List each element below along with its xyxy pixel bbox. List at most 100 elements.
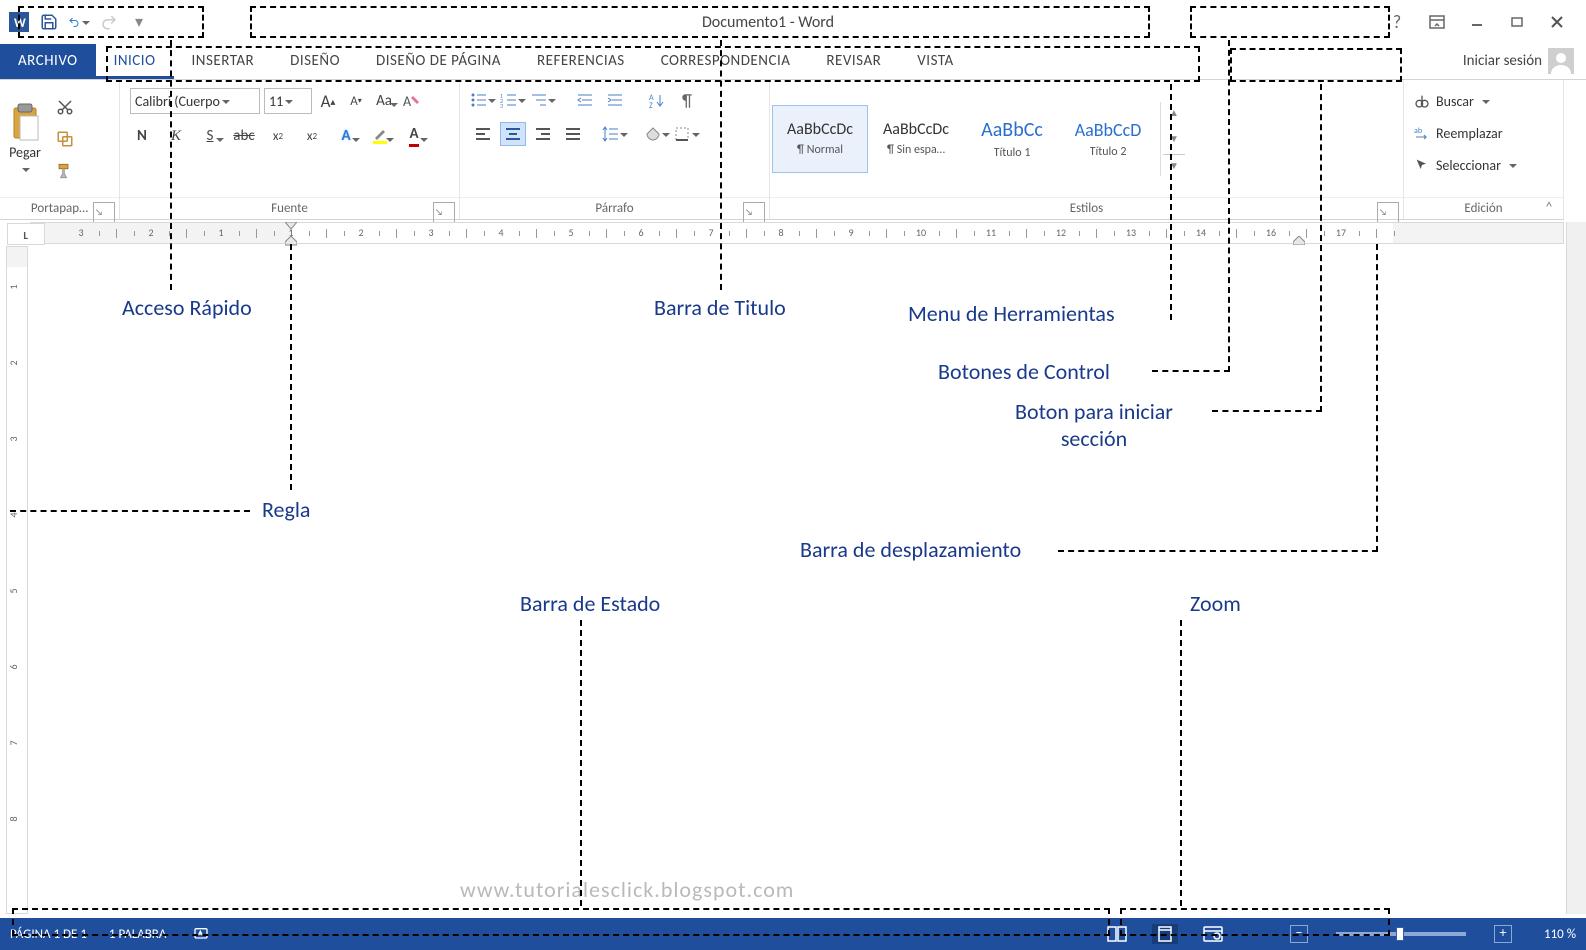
tab-diseno-pagina[interactable]: DISEÑO DE PÁGINA bbox=[358, 44, 519, 79]
paste-button[interactable]: Pegar bbox=[8, 102, 42, 176]
style-3[interactable]: AaBbCcDTítulo 2 bbox=[1060, 105, 1156, 173]
word-logo-icon: W bbox=[8, 11, 30, 33]
tab-archivo[interactable]: ARCHIVO bbox=[0, 44, 96, 79]
show-marks-button[interactable]: ¶ bbox=[674, 88, 700, 112]
styles-expand[interactable]: ▼ bbox=[1163, 154, 1185, 176]
sign-in-label: Iniciar sesión bbox=[1463, 52, 1542, 70]
qat-customize-button[interactable]: ▾ bbox=[128, 11, 150, 33]
vertical-scrollbar[interactable] bbox=[1566, 222, 1586, 914]
svg-text:ab: ab bbox=[1414, 126, 1422, 136]
italic-button[interactable]: K bbox=[164, 124, 188, 148]
avatar-icon bbox=[1548, 48, 1574, 74]
clear-formatting-button[interactable]: A bbox=[400, 89, 424, 113]
format-painter-button[interactable] bbox=[54, 160, 76, 182]
tab-vista[interactable]: VISTA bbox=[899, 44, 971, 79]
copy-button[interactable] bbox=[54, 128, 76, 150]
group-paragraph: 123 AZ ¶ Párrafo bbox=[460, 80, 770, 219]
help-icon[interactable]: ? bbox=[1386, 11, 1408, 33]
change-case-button[interactable]: Aa bbox=[372, 89, 396, 113]
style-0[interactable]: AaBbCcDc¶ Normal bbox=[772, 105, 868, 173]
undo-button[interactable] bbox=[68, 11, 90, 33]
group-font: Calibri (Cuerpo 11 A▴ A▾ Aa A N K S abc … bbox=[120, 80, 460, 219]
minimize-button[interactable] bbox=[1466, 11, 1488, 33]
decrease-indent-button[interactable] bbox=[572, 88, 598, 112]
tab-referencias[interactable]: REFERENCIAS bbox=[519, 44, 643, 79]
zoom-in-button[interactable]: + bbox=[1494, 925, 1512, 943]
print-layout-button[interactable] bbox=[1152, 924, 1178, 944]
redo-button[interactable] bbox=[98, 11, 120, 33]
zoom-slider[interactable] bbox=[1336, 932, 1466, 936]
increase-font-button[interactable]: A▴ bbox=[316, 89, 340, 113]
shading-button[interactable] bbox=[644, 122, 670, 146]
font-dialog-launcher[interactable] bbox=[433, 202, 455, 224]
highlight-color-button[interactable] bbox=[368, 124, 392, 148]
ribbon-display-options-icon[interactable] bbox=[1426, 11, 1448, 33]
tab-correspondencia[interactable]: CORRESPONDENCIA bbox=[643, 44, 809, 79]
align-center-button[interactable] bbox=[500, 122, 526, 146]
ribbon: Pegar Portapap… Calibri (Cuerpo 11 A▴ A▾… bbox=[0, 80, 1564, 220]
underline-button[interactable]: S bbox=[198, 124, 222, 148]
tab-inicio[interactable]: INICIO bbox=[96, 44, 174, 79]
find-label: Buscar bbox=[1436, 93, 1474, 110]
superscript-button[interactable]: x2 bbox=[300, 124, 324, 148]
page-indicator[interactable]: PÁGINA 1 DE 1 bbox=[10, 927, 87, 942]
svg-text:A: A bbox=[403, 93, 412, 110]
word-count[interactable]: 1 PALABRA bbox=[109, 927, 166, 942]
cut-button[interactable] bbox=[54, 96, 76, 118]
vertical-ruler[interactable]: 12345678 bbox=[6, 246, 28, 914]
close-button[interactable] bbox=[1546, 11, 1568, 33]
collapse-ribbon-button[interactable]: ˄ bbox=[1538, 197, 1560, 219]
save-icon[interactable] bbox=[38, 11, 60, 33]
style-1[interactable]: AaBbCcDc¶ Sin espa… bbox=[868, 105, 964, 173]
numbering-button[interactable]: 123 bbox=[500, 88, 526, 112]
font-color-button[interactable]: A bbox=[402, 124, 426, 148]
text-effects-button[interactable]: A bbox=[334, 124, 358, 148]
replace-label: Reemplazar bbox=[1436, 125, 1503, 142]
tab-revisar[interactable]: REVISAR bbox=[808, 44, 899, 79]
proofing-icon[interactable] bbox=[188, 924, 214, 944]
decrease-font-button[interactable]: A▾ bbox=[344, 89, 368, 113]
zoom-out-button[interactable]: − bbox=[1290, 925, 1308, 943]
clipboard-dialog-launcher[interactable] bbox=[93, 202, 115, 224]
align-right-button[interactable] bbox=[530, 122, 556, 146]
tab-insertar[interactable]: INSERTAR bbox=[174, 44, 273, 79]
web-layout-button[interactable] bbox=[1200, 924, 1226, 944]
strikethrough-button[interactable]: abc bbox=[232, 124, 256, 148]
increase-indent-button[interactable] bbox=[602, 88, 628, 112]
font-size-combo[interactable]: 11 bbox=[264, 88, 312, 114]
bullets-button[interactable] bbox=[470, 88, 496, 112]
font-family-combo[interactable]: Calibri (Cuerpo bbox=[130, 88, 260, 114]
horizontal-ruler[interactable]: L 32112345678910111213141617 bbox=[30, 222, 1564, 244]
ribbon-tabs: ARCHIVO INICIO INSERTAR DISEÑO DISEÑO DE… bbox=[0, 44, 1586, 80]
select-button[interactable]: Seleccionar bbox=[1414, 152, 1517, 178]
paragraph-dialog-launcher[interactable] bbox=[743, 202, 765, 224]
styles-scroll-down[interactable]: ▼ bbox=[1163, 128, 1185, 150]
styles-dialog-launcher[interactable] bbox=[1377, 202, 1399, 224]
subscript-button[interactable]: x2 bbox=[266, 124, 290, 148]
line-spacing-button[interactable] bbox=[602, 122, 628, 146]
style-2[interactable]: AaBbCcTítulo 1 bbox=[964, 105, 1060, 173]
tab-diseno[interactable]: DISEÑO bbox=[272, 44, 358, 79]
replace-button[interactable]: ab Reemplazar bbox=[1414, 120, 1503, 146]
justify-button[interactable] bbox=[560, 122, 586, 146]
sort-button[interactable]: AZ bbox=[644, 88, 670, 112]
multilevel-list-button[interactable] bbox=[530, 88, 556, 112]
align-left-button[interactable] bbox=[470, 122, 496, 146]
read-mode-button[interactable] bbox=[1104, 924, 1130, 944]
borders-button[interactable] bbox=[674, 122, 700, 146]
status-bar: PÁGINA 1 DE 1 1 PALABRA − + 110 % bbox=[0, 918, 1586, 950]
group-label-clipboard: Portapap… bbox=[0, 197, 119, 219]
svg-text:W: W bbox=[14, 16, 26, 31]
document-area[interactable] bbox=[30, 246, 1564, 914]
maximize-button[interactable] bbox=[1506, 11, 1528, 33]
group-clipboard: Pegar Portapap… bbox=[0, 80, 120, 219]
title-bar: W ▾ Documento1 - Word ? bbox=[0, 6, 1576, 38]
quick-access-toolbar: W ▾ bbox=[0, 11, 150, 33]
styles-scroll-up[interactable]: ▲ bbox=[1163, 102, 1185, 124]
group-styles: AaBbCcDc¶ NormalAaBbCcDc¶ Sin espa…AaBbC… bbox=[770, 80, 1404, 219]
zoom-level[interactable]: 110 % bbox=[1544, 927, 1576, 942]
window-title: Documento1 - Word bbox=[150, 13, 1386, 32]
find-button[interactable]: Buscar bbox=[1414, 88, 1490, 114]
sign-in-button[interactable]: Iniciar sesión bbox=[1463, 48, 1574, 74]
bold-button[interactable]: N bbox=[130, 124, 154, 148]
